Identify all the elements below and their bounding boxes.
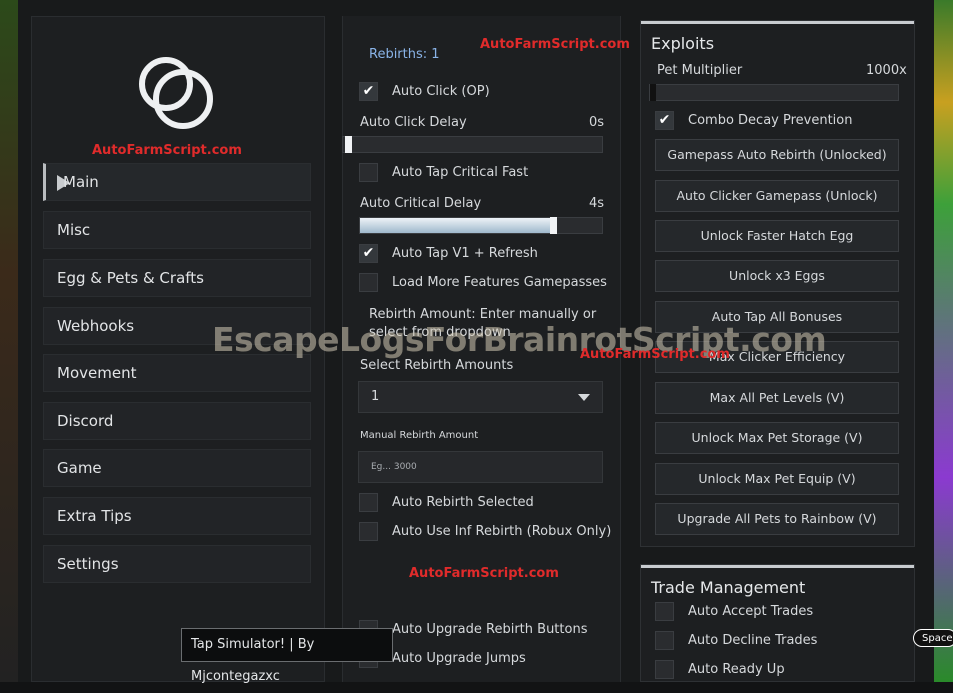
auto-clicker-gamepass-button[interactable]: Auto Clicker Gamepass (Unlock) <box>655 180 899 212</box>
auto-tap-v1-checkbox[interactable]: ✔ <box>359 244 378 263</box>
auto-click-label: Auto Click (OP) <box>392 84 490 99</box>
game-background-left <box>0 0 18 682</box>
load-more-features-label: Load More Features Gamepasses <box>392 275 607 290</box>
gamepass-auto-rebirth-button[interactable]: Gamepass Auto Rebirth (Unlocked) <box>655 139 899 171</box>
slider-knob[interactable] <box>345 136 352 153</box>
auto-decline-trades-checkbox[interactable] <box>655 631 674 650</box>
manual-rebirth-input[interactable]: Eg... 3000 <box>358 451 603 483</box>
brand-watermark: AutoFarmScript.com <box>409 566 559 581</box>
load-more-features-checkbox[interactable] <box>359 273 378 292</box>
pet-multiplier-value: 1000x <box>866 63 907 78</box>
slider-fill <box>360 218 554 233</box>
max-all-pet-levels-button[interactable]: Max All Pet Levels (V) <box>655 382 899 414</box>
game-title-tooltip: Tap Simulator! | By Mjcontegazxc <box>181 628 393 684</box>
brand-watermark: AutoFarmScript.com <box>480 37 630 52</box>
checkmark-icon: ✔ <box>362 83 375 99</box>
sidebar-item-settings[interactable]: Settings <box>43 545 311 583</box>
auto-use-inf-rebirth-label: Auto Use Inf Rebirth (Robux Only) <box>392 524 612 539</box>
auto-critical-delay-label: Auto Critical Delay <box>360 196 482 211</box>
manual-rebirth-label: Manual Rebirth Amount <box>360 430 479 441</box>
pet-multiplier-label: Pet Multiplier <box>657 63 743 78</box>
input-placeholder: Eg... 3000 <box>371 462 417 472</box>
hub-logo-icon <box>139 57 213 129</box>
rebirths-count: Rebirths: 1 <box>369 47 440 62</box>
select-rebirth-label: Select Rebirth Amounts <box>360 358 514 373</box>
game-background-right <box>934 0 953 682</box>
sidebar-item-label: Game <box>57 459 102 477</box>
auto-ready-up-checkbox[interactable] <box>655 660 674 679</box>
sidebar-item-label: Movement <box>57 364 137 382</box>
auto-click-delay-slider[interactable] <box>342 136 603 153</box>
auto-critical-delay-value: 4s <box>589 196 605 211</box>
sidebar-item-label: Extra Tips <box>57 507 132 525</box>
checkmark-icon: ✔ <box>362 245 375 261</box>
auto-ready-up-label: Auto Ready Up <box>688 662 785 677</box>
auto-accept-trades-label: Auto Accept Trades <box>688 604 814 619</box>
auto-decline-trades-label: Auto Decline Trades <box>688 633 818 648</box>
unlock-faster-hatch-button[interactable]: Unlock Faster Hatch Egg <box>655 220 899 252</box>
combo-decay-label: Combo Decay Prevention <box>688 113 853 128</box>
auto-rebirth-selected-checkbox[interactable] <box>359 493 378 512</box>
upgrade-pets-rainbow-button[interactable]: Upgrade All Pets to Rainbow (V) <box>655 503 899 535</box>
rebirth-amount-dropdown[interactable]: 1 <box>358 381 603 413</box>
sidebar-item-label: Discord <box>57 412 114 430</box>
combo-decay-checkbox[interactable]: ✔ <box>655 111 674 130</box>
sidebar-item-label: Settings <box>57 555 119 573</box>
sidebar-item-game[interactable]: Game <box>43 449 311 487</box>
sidebar-item-extra-tips[interactable]: Extra Tips <box>43 497 311 535</box>
auto-use-inf-rebirth-checkbox[interactable] <box>359 522 378 541</box>
auto-accept-trades-checkbox[interactable] <box>655 602 674 621</box>
auto-tap-critical-label: Auto Tap Critical Fast <box>392 165 529 180</box>
auto-click-delay-value: 0s <box>589 115 605 130</box>
panel-accent-bar <box>641 21 914 24</box>
auto-upgrade-jumps-label: Auto Upgrade Jumps <box>392 651 526 666</box>
sidebar-item-label: Misc <box>57 221 91 239</box>
sidebar-item-misc[interactable]: Misc <box>43 211 311 249</box>
checkmark-icon: ✔ <box>658 112 671 128</box>
unlock-max-pet-storage-button[interactable]: Unlock Max Pet Storage (V) <box>655 422 899 454</box>
auto-tap-v1-label: Auto Tap V1 + Refresh <box>392 246 538 261</box>
space-key-hint[interactable]: Space <box>913 629 953 647</box>
sidebar-item-label: Webhooks <box>57 317 135 335</box>
slider-knob[interactable] <box>550 217 557 234</box>
sidebar-item-movement[interactable]: Movement <box>43 354 311 392</box>
brand-watermark: AutoFarmScript.com <box>92 143 242 158</box>
sidebar-item-discord[interactable]: Discord <box>43 402 311 440</box>
sidebar-item-label: Egg & Pets & Crafts <box>57 269 204 287</box>
auto-rebirth-selected-label: Auto Rebirth Selected <box>392 495 534 510</box>
brand-watermark: AutoFarmScript.com <box>580 347 730 362</box>
trade-management-title: Trade Management <box>651 578 806 597</box>
unlock-max-pet-equip-button[interactable]: Unlock Max Pet Equip (V) <box>655 463 899 495</box>
overlay-watermark: EscapeLogsForBrainrotScript.com <box>212 320 827 359</box>
auto-critical-delay-slider[interactable] <box>359 217 603 234</box>
dropdown-value: 1 <box>371 389 380 404</box>
sidebar-item-egg-pets-crafts[interactable]: Egg & Pets & Crafts <box>43 259 311 297</box>
pet-multiplier-slider[interactable] <box>649 84 899 101</box>
slider-knob[interactable] <box>650 84 656 101</box>
sidebar-item-main[interactable]: Main <box>43 163 311 201</box>
auto-click-delay-label: Auto Click Delay <box>360 115 467 130</box>
exploits-title: Exploits <box>651 34 715 53</box>
panel-accent-bar <box>641 565 914 568</box>
auto-tap-critical-checkbox[interactable] <box>359 163 378 182</box>
auto-upgrade-rebirth-label: Auto Upgrade Rebirth Buttons <box>392 622 588 637</box>
unlock-x3-eggs-button[interactable]: Unlock x3 Eggs <box>655 260 899 292</box>
chevron-down-icon <box>578 394 590 401</box>
auto-click-checkbox[interactable]: ✔ <box>359 82 378 101</box>
sidebar-item-label: Main <box>63 173 99 191</box>
